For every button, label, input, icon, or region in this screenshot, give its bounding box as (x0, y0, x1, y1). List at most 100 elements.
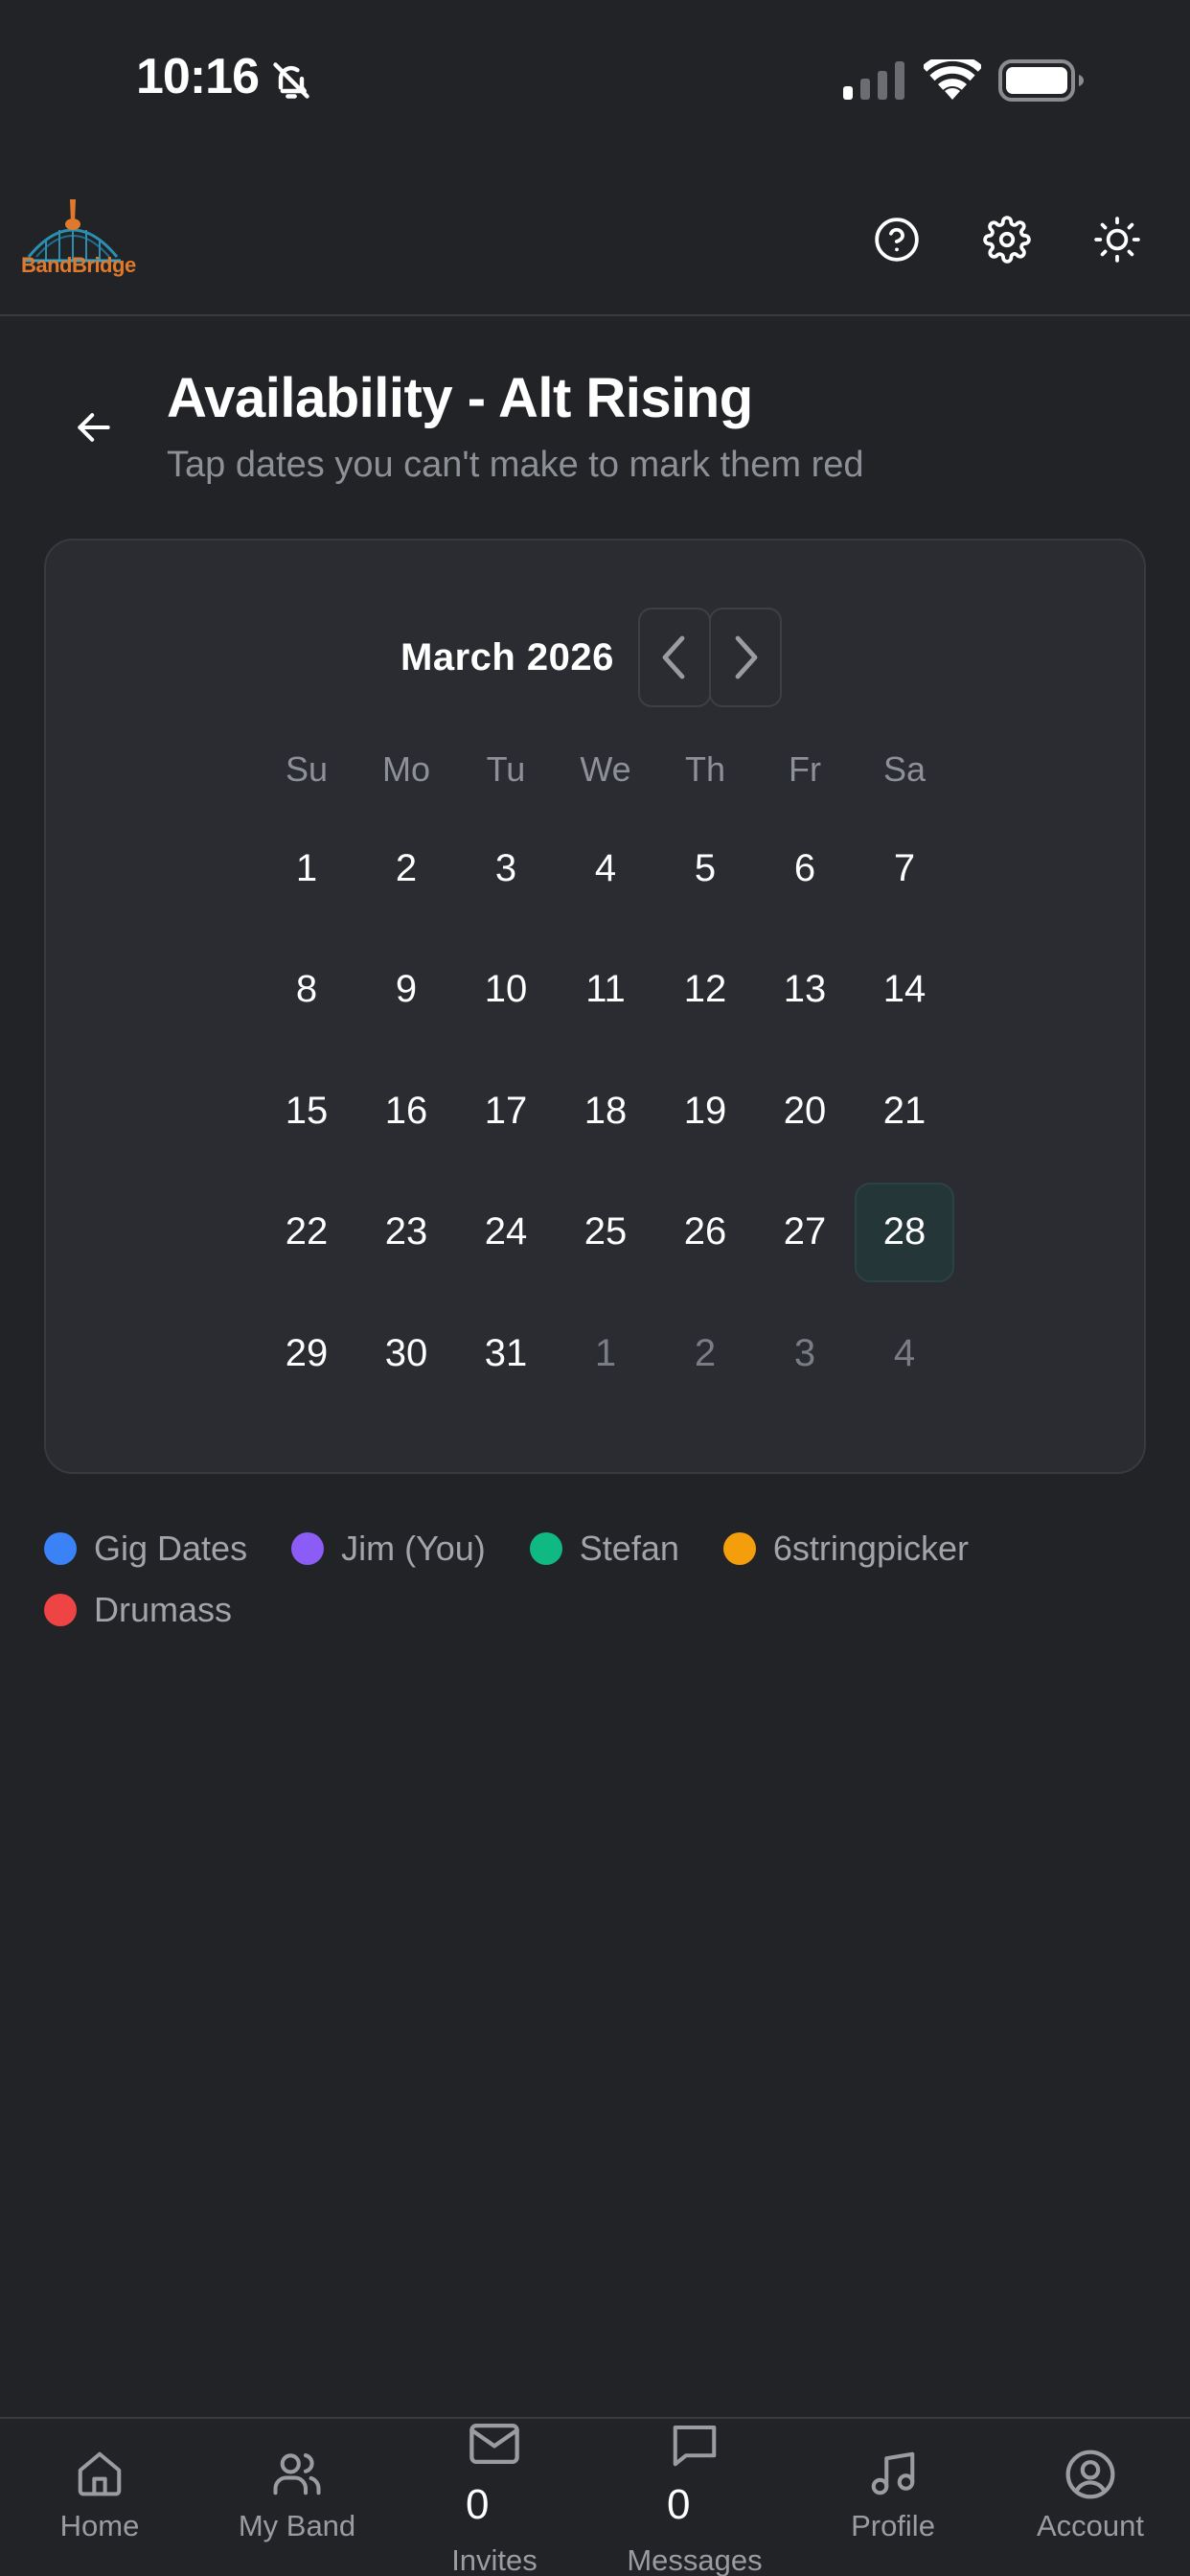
app-header: BandBridge (0, 163, 1190, 316)
nav-label: Invites (451, 2543, 538, 2576)
calendar-day[interactable]: 8 (257, 940, 356, 1040)
nav-label: My Band (238, 2509, 356, 2542)
messages-count: 0 (667, 2481, 691, 2528)
gear-icon (983, 216, 1031, 264)
calendar-day[interactable]: 21 (855, 1061, 954, 1161)
calendar-day[interactable]: 7 (855, 818, 954, 918)
legend-label: Gig Dates (94, 1529, 248, 1568)
nav-messages[interactable]: 0 Messages (623, 2419, 767, 2576)
settings-button[interactable] (978, 211, 1036, 268)
calendar-day[interactable]: 16 (356, 1061, 456, 1161)
calendar-day[interactable]: 19 (655, 1061, 755, 1161)
calendar-day[interactable]: 4 (556, 818, 655, 918)
calendar-day[interactable]: 20 (755, 1061, 855, 1161)
bell-slash-icon (273, 62, 309, 99)
calendar-day[interactable]: 3 (456, 818, 556, 918)
calendar-week-row: 15 16 17 18 19 20 21 (257, 1061, 954, 1183)
calendar-day[interactable]: 11 (556, 940, 655, 1040)
weekday-label: Sa (882, 749, 927, 789)
calendar-day[interactable]: 15 (257, 1061, 356, 1161)
calendar-day-today[interactable]: 28 (855, 1182, 954, 1282)
status-bar: 10:16 (0, 0, 1190, 153)
calendar-card: March 2026 Su Mo Tu We Th Fr Sa 12345678… (44, 539, 1146, 1474)
calendar-week-row: 1234567 (257, 818, 954, 940)
previous-month-button[interactable] (638, 608, 711, 707)
arrow-left-icon (78, 413, 110, 442)
calendar-day[interactable]: 10 (456, 940, 556, 1040)
calendar-day-outside[interactable]: 4 (855, 1303, 954, 1403)
legend-item-stefan: Stefan (529, 1529, 679, 1569)
weekday-label: We (580, 749, 631, 789)
calendar-day[interactable]: 2 (356, 818, 456, 918)
calendar-day[interactable]: 1 (257, 818, 356, 918)
calendar-day[interactable]: 30 (356, 1303, 456, 1403)
home-icon (78, 2451, 122, 2496)
status-time: 10:16 (136, 49, 260, 104)
legend-dot (44, 1594, 77, 1626)
weekday-label: Mo (381, 749, 430, 789)
nav-label: Account (1036, 2509, 1144, 2542)
calendar-day[interactable]: 14 (855, 940, 954, 1040)
nav-home[interactable]: Home (50, 2448, 149, 2543)
calendar-day[interactable]: 31 (456, 1303, 556, 1403)
legend-dot (529, 1532, 562, 1565)
month-label: March 2026 (400, 636, 614, 678)
calendar-header: March 2026 (46, 608, 1144, 709)
calendar-day[interactable]: 27 (755, 1183, 855, 1282)
nav-label: Profile (851, 2509, 935, 2542)
nav-profile[interactable]: Profile (834, 2448, 952, 2543)
signal-icon (843, 61, 904, 100)
calendar-day[interactable]: 9 (356, 940, 456, 1040)
calendar-day[interactable]: 24 (456, 1183, 556, 1282)
calendar-day-outside[interactable]: 2 (655, 1303, 755, 1403)
legend-dot (722, 1532, 756, 1565)
user-circle-icon (1065, 2450, 1115, 2499)
legend-label: Drumass (94, 1590, 233, 1629)
nav-label: Home (59, 2509, 140, 2542)
legend-label: Jim (You) (341, 1529, 486, 1568)
calendar-day[interactable]: 22 (257, 1183, 356, 1282)
calendar-day[interactable]: 29 (257, 1303, 356, 1403)
legend-item-drumass: Drumass (44, 1590, 232, 1630)
page-title: Availability - Alt Rising (167, 367, 753, 429)
legend-dot (291, 1532, 325, 1565)
nav-account[interactable]: Account (1025, 2448, 1156, 2543)
legend-item-jim: Jim (You) (291, 1529, 486, 1569)
calendar-day-outside[interactable]: 3 (755, 1303, 855, 1403)
calendar-day[interactable]: 12 (655, 940, 755, 1040)
chevron-right-icon (735, 635, 758, 679)
calendar-week-row: 29 30 31 1 2 3 4 (257, 1303, 954, 1425)
legend-item-gig-dates: Gig Dates (44, 1529, 247, 1569)
calendar-day[interactable]: 17 (456, 1061, 556, 1161)
legend-dot (44, 1532, 77, 1565)
calendar-day[interactable]: 26 (655, 1183, 755, 1282)
sun-icon (1094, 217, 1140, 263)
invites-count: 0 (466, 2481, 490, 2528)
calendar-day[interactable]: 23 (356, 1183, 456, 1282)
weekday-label: Th (684, 749, 725, 789)
back-button[interactable] (65, 399, 123, 456)
calendar-day[interactable]: 13 (755, 940, 855, 1040)
battery-icon (998, 59, 1084, 102)
calendar-day-outside[interactable]: 1 (556, 1303, 655, 1403)
next-month-button[interactable] (709, 608, 782, 707)
calendar-day[interactable]: 25 (556, 1183, 655, 1282)
legend-item-6stringpicker: 6stringpicker (722, 1529, 969, 1569)
theme-toggle-button[interactable] (1088, 211, 1146, 268)
weekday-header: Su Mo Tu We Th Fr Sa (257, 749, 954, 797)
nav-invites[interactable]: 0 Invites (437, 2419, 552, 2576)
calendar-day[interactable]: 18 (556, 1061, 655, 1161)
wifi-icon (924, 59, 981, 100)
calendar-day[interactable]: 5 (655, 818, 755, 918)
calendar-grid: 1 2 3 4 5 6 7 8 9 10 11 12 13 14 15 16 17 18 19 20 21 22 23 24 2… (257, 818, 954, 1425)
nav-my-band[interactable]: My Band (230, 2448, 364, 2543)
help-icon (875, 218, 919, 262)
calendar-day[interactable]: 6 (755, 818, 855, 918)
page-subtitle: Tap dates you can't make to mark them re… (167, 445, 864, 485)
mail-icon (469, 2423, 519, 2465)
chevron-left-icon (662, 635, 685, 679)
calendar-week-row: 8 9 10 11 12 13 14 (257, 940, 954, 1062)
weekday-label: Su (285, 749, 329, 789)
help-button[interactable] (868, 211, 926, 268)
bottom-nav: Home My Band 0 Invites 0 Messages Profil… (0, 2417, 1190, 2576)
